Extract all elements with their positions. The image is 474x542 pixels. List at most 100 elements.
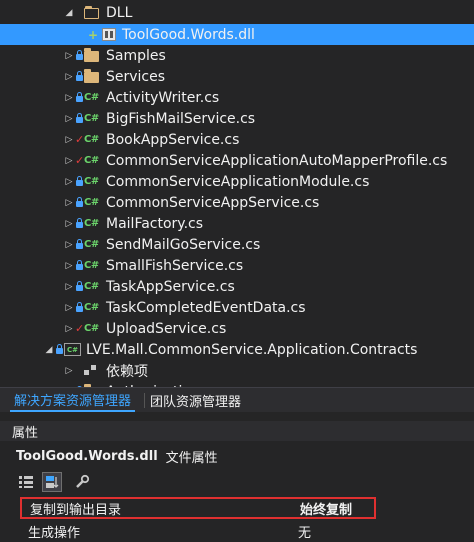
collapsed-arrow-icon[interactable]: ▷ [64, 45, 74, 66]
tree-item-label: CommonServiceAppService.cs [106, 194, 320, 211]
collapsed-arrow-icon[interactable]: ▷ [64, 66, 74, 87]
csharp-icon: C# [84, 197, 99, 208]
lock-icon [76, 176, 83, 188]
tree-item-label: CommonServiceApplicationAutoMapperProfil… [106, 152, 448, 169]
tree-item[interactable]: ▷ C# BigFishMailService.cs [0, 108, 474, 129]
collapsed-arrow-icon[interactable]: ▷ [64, 213, 74, 234]
collapsed-arrow-icon[interactable]: ▷ [64, 108, 74, 129]
tree-item-label: BigFishMailService.cs [106, 110, 256, 127]
properties-object-selector[interactable]: ToolGood.Words.dll 文件属性 [16, 446, 218, 466]
lock-icon [76, 71, 83, 83]
collapsed-arrow-icon[interactable]: ▷ [64, 192, 74, 213]
tree-item-label: 依赖项 [106, 363, 148, 380]
tree-item-label: BookAppService.cs [106, 131, 240, 148]
lock-icon [56, 344, 63, 356]
tree-item-label: ToolGood.Words.dll [122, 26, 255, 43]
tree-item-label: TaskCompletedEventData.cs [106, 299, 306, 316]
property-name: 生成操作 [28, 525, 81, 541]
alphabetical-icon-glyph [46, 476, 59, 488]
csharp-icon: C# [84, 323, 99, 334]
tree-item[interactable]: ▷ C# SendMailGoService.cs [0, 234, 474, 255]
csharp-icon: C# [84, 113, 99, 124]
tree-item[interactable]: ◢ C# LVE.Mall.CommonService.Application.Co… [0, 339, 474, 360]
tree-item[interactable]: ▷ C# TaskCompletedEventData.cs [0, 297, 474, 318]
property-name: 复制到输出目录 [30, 502, 122, 518]
csharp-icon: C# [84, 302, 99, 313]
csharp-icon: C# [84, 176, 99, 187]
csharp-icon: C# [84, 260, 99, 271]
property-value[interactable]: 无 [298, 522, 311, 541]
collapsed-arrow-icon[interactable]: ▷ [64, 318, 74, 339]
collapsed-arrow-icon[interactable]: ▷ [64, 297, 74, 318]
csharp-icon: C# [84, 218, 99, 229]
tree-item-label: UploadService.cs [106, 320, 227, 337]
collapsed-arrow-icon[interactable]: ▷ [64, 87, 74, 108]
tree-item[interactable]: ▷ ✓ C# BookAppService.cs [0, 129, 474, 150]
expanded-arrow-icon[interactable]: ◢ [44, 339, 54, 360]
lock-icon [76, 302, 83, 314]
lock-icon [76, 218, 83, 230]
tree-item[interactable]: ▷ Services [0, 66, 474, 87]
folder-open-icon [84, 6, 99, 19]
tree-item[interactable]: ▷ 依赖项 [0, 360, 474, 381]
tree-item-label: Samples [106, 47, 166, 64]
csharp-project-icon: C# [64, 343, 81, 356]
folder-icon [84, 48, 99, 62]
tree-item[interactable]: ▷ ✓ C# CommonServiceApplicationAutoMapperPr… [0, 150, 474, 171]
lock-icon [76, 239, 83, 251]
lock-icon [76, 113, 83, 125]
dll-icon [102, 28, 116, 41]
wrench-icon[interactable] [72, 472, 92, 492]
tree-item[interactable]: ◢ DLL [0, 2, 474, 23]
csharp-icon: C# [84, 281, 99, 292]
tree-item-label: TaskAppService.cs [106, 278, 235, 295]
property-row-copy-to-output[interactable]: 复制到输出目录 始终复制 [20, 497, 376, 519]
collapsed-arrow-icon[interactable]: ▷ [64, 255, 74, 276]
lock-icon [76, 260, 83, 272]
tree-item[interactable]: ▷ C# TaskAppService.cs [0, 276, 474, 297]
collapsed-arrow-icon[interactable]: ▷ [64, 150, 74, 171]
csharp-icon: C# [84, 134, 99, 145]
tree-item[interactable]: ▷ ✓ C# UploadService.cs [0, 318, 474, 339]
folder-icon [84, 69, 99, 83]
checkout-check-icon: ✓ [75, 322, 85, 335]
alphabetical-icon[interactable] [42, 472, 62, 492]
tree-item[interactable]: ▷ C# SmallFishService.cs [0, 255, 474, 276]
property-row-build-action[interactable]: 生成操作 无 [20, 520, 474, 542]
tree-item[interactable]: ▷ C# CommonServiceAppService.cs [0, 192, 474, 213]
tree-item-label: DLL [106, 4, 133, 21]
csharp-icon: C# [84, 155, 99, 166]
properties-title: 属性 [12, 425, 39, 441]
tree-item[interactable]: + ToolGood.Words.dll [0, 24, 474, 45]
property-value[interactable]: 始终复制 [300, 499, 352, 518]
checkout-check-icon: ✓ [75, 133, 85, 146]
collapsed-arrow-icon[interactable]: ▷ [64, 129, 74, 150]
tab-team-explorer[interactable]: 团队资源管理器 [146, 388, 245, 412]
tree-item-label: LVE.Mall.CommonService.Application.Contr… [86, 341, 418, 358]
lock-icon [76, 281, 83, 293]
lock-icon [76, 92, 83, 104]
properties-panel-title: 属性 [0, 421, 474, 441]
tree-item-label: Services [106, 68, 166, 85]
expanded-arrow-icon[interactable]: ◢ [64, 2, 74, 23]
tree-item[interactable]: ▷ C# MailFactory.cs [0, 213, 474, 234]
explorer-tab-bar: 解决方案资源管理器 团队资源管理器 [0, 387, 474, 412]
tree-item[interactable]: ▷ C# CommonServiceApplicationModule.cs [0, 171, 474, 192]
tab-solution-explorer[interactable]: 解决方案资源管理器 [10, 388, 136, 412]
tree-item[interactable]: ▷ Samples [0, 45, 474, 66]
categorized-icon[interactable] [16, 472, 36, 492]
tree-item-label: CommonServiceApplicationModule.cs [106, 173, 370, 190]
csharp-icon: C# [84, 92, 99, 103]
csharp-icon: C# [84, 239, 99, 250]
lock-icon [76, 50, 83, 62]
collapsed-arrow-icon[interactable]: ▷ [64, 360, 74, 381]
lock-icon [76, 197, 83, 209]
collapsed-arrow-icon[interactable]: ▷ [64, 276, 74, 297]
tree-item[interactable]: ▷ C# ActivityWriter.cs [0, 87, 474, 108]
properties-object-name: ToolGood.Words.dll [16, 448, 158, 464]
tree-item-label: MailFactory.cs [106, 215, 204, 232]
properties-object-kind: 文件属性 [165, 450, 218, 466]
categorized-icon-glyph [19, 476, 33, 488]
collapsed-arrow-icon[interactable]: ▷ [64, 234, 74, 255]
collapsed-arrow-icon[interactable]: ▷ [64, 171, 74, 192]
